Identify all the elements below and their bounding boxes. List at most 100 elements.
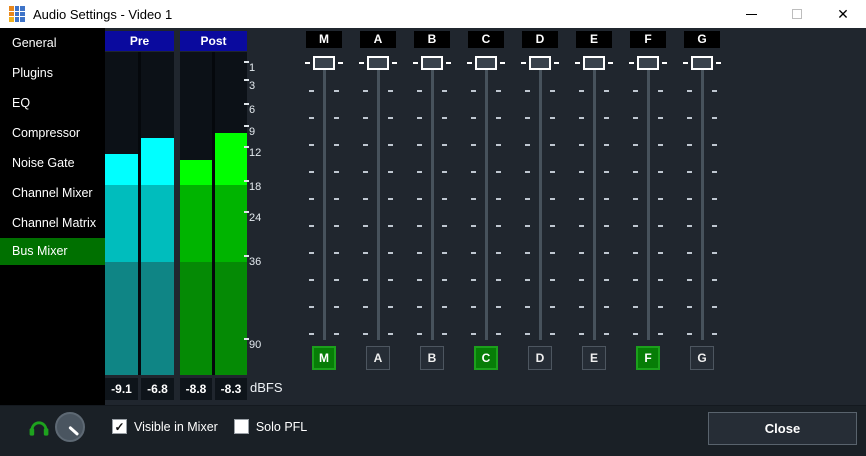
checkbox-box[interactable]: ✓ (112, 419, 127, 434)
fader-tick (604, 198, 609, 200)
handle-tick-left (359, 62, 364, 64)
fader-tick (496, 225, 501, 227)
fader-track[interactable] (647, 70, 650, 340)
sidebar-item[interactable]: Channel Matrix (0, 208, 105, 238)
bus-toggle-button[interactable]: B (420, 346, 444, 370)
fader-tick (579, 279, 584, 281)
fader-tick (687, 198, 692, 200)
fader-tick (550, 333, 555, 335)
fader-tick (658, 198, 663, 200)
checkbox-box[interactable] (234, 419, 249, 434)
handle-tick-right (392, 62, 397, 64)
headphones-icon[interactable] (29, 419, 49, 437)
fader-track[interactable] (539, 70, 542, 340)
sidebar-item[interactable]: Bus Mixer (0, 238, 105, 265)
fader-tick (334, 225, 339, 227)
fader-tick (496, 198, 501, 200)
fader-track[interactable] (593, 70, 596, 340)
fader-tick (658, 171, 663, 173)
fader-tick (525, 225, 530, 227)
fader-tick (633, 306, 638, 308)
sidebar-item-label: General (12, 36, 56, 50)
handle-tick-right (608, 62, 613, 64)
bus-name-label: E (576, 31, 612, 48)
fader-handle[interactable] (367, 56, 389, 70)
sidebar-item[interactable]: EQ (0, 88, 105, 118)
bus-toggle-button[interactable]: M (312, 346, 336, 370)
bus-toggle-button[interactable]: F (636, 346, 660, 370)
meter-group: Post -8.8-8.3 (180, 31, 247, 400)
fader-handle[interactable] (637, 56, 659, 70)
fader-track[interactable] (323, 70, 326, 340)
bus-toggle-button[interactable]: A (366, 346, 390, 370)
sidebar-item[interactable]: Channel Mixer (0, 178, 105, 208)
fader-tick (579, 117, 584, 119)
checkbox-label: Solo PFL (256, 420, 307, 434)
fader-track[interactable] (431, 70, 434, 340)
bus-toggle-button[interactable]: C (474, 346, 498, 370)
checkbox[interactable]: Solo PFL (234, 419, 307, 434)
fader-tick (658, 279, 663, 281)
minimize-icon[interactable] (728, 0, 774, 28)
sidebar-item[interactable]: Plugins (0, 58, 105, 88)
fader-tick (334, 333, 339, 335)
fader-tick (388, 144, 393, 146)
fader-track[interactable] (701, 70, 704, 340)
fader-handle[interactable] (691, 56, 713, 70)
sidebar-item-label: Plugins (12, 66, 53, 80)
level-meter-bar (105, 52, 138, 375)
close-button[interactable]: Close (708, 412, 857, 445)
sidebar-item[interactable]: Noise Gate (0, 148, 105, 178)
sidebar-item[interactable]: General (0, 28, 105, 58)
fader-tick (388, 333, 393, 335)
fader-tick (550, 279, 555, 281)
monitor-volume-knob[interactable] (55, 412, 85, 442)
fader-track[interactable] (485, 70, 488, 340)
fader-tick (417, 198, 422, 200)
fader-tick (633, 225, 638, 227)
fader-handle[interactable] (583, 56, 605, 70)
fader-tick (579, 333, 584, 335)
fader-tick (417, 333, 422, 335)
checkbox[interactable]: ✓ Visible in Mixer (112, 419, 218, 434)
bus-name-label: C (468, 31, 504, 48)
fader-tick (363, 333, 368, 335)
fader-tick (496, 279, 501, 281)
bus-name-label: M (306, 31, 342, 48)
fader-tick (309, 90, 314, 92)
sidebar-item[interactable]: Compressor (0, 118, 105, 148)
fader-handle[interactable] (313, 56, 335, 70)
fader-tick (579, 306, 584, 308)
bus-toggle-button[interactable]: D (528, 346, 552, 370)
bus-name-label: D (522, 31, 558, 48)
fader-tick (550, 171, 555, 173)
fader-column: G G (675, 28, 729, 373)
fader-tick (442, 306, 447, 308)
sidebar-item-label: Channel Matrix (12, 216, 96, 230)
fader-tick (471, 144, 476, 146)
fader-track[interactable] (377, 70, 380, 340)
fader-tick (633, 90, 638, 92)
app-logo-icon (9, 6, 25, 22)
fader-handle[interactable] (421, 56, 443, 70)
handle-tick-right (446, 62, 451, 64)
handle-tick-right (338, 62, 343, 64)
bus-name-label: G (684, 31, 720, 48)
fader-tick (417, 225, 422, 227)
fader-tick (550, 144, 555, 146)
fader-handle[interactable] (529, 56, 551, 70)
fader-tick (712, 117, 717, 119)
titlebar: Audio Settings - Video 1 ✕ (0, 0, 866, 28)
handle-tick-left (521, 62, 526, 64)
fader-handle[interactable] (475, 56, 497, 70)
fader-tick (604, 306, 609, 308)
fader-tick (334, 90, 339, 92)
bus-toggle-button[interactable]: G (690, 346, 714, 370)
fader-tick (550, 198, 555, 200)
fader-tick (309, 198, 314, 200)
close-window-icon[interactable]: ✕ (820, 0, 866, 28)
bus-toggle-button[interactable]: E (582, 346, 606, 370)
fader-tick (712, 144, 717, 146)
meter-values: -9.1-6.8 (105, 378, 174, 400)
fader-tick (471, 198, 476, 200)
